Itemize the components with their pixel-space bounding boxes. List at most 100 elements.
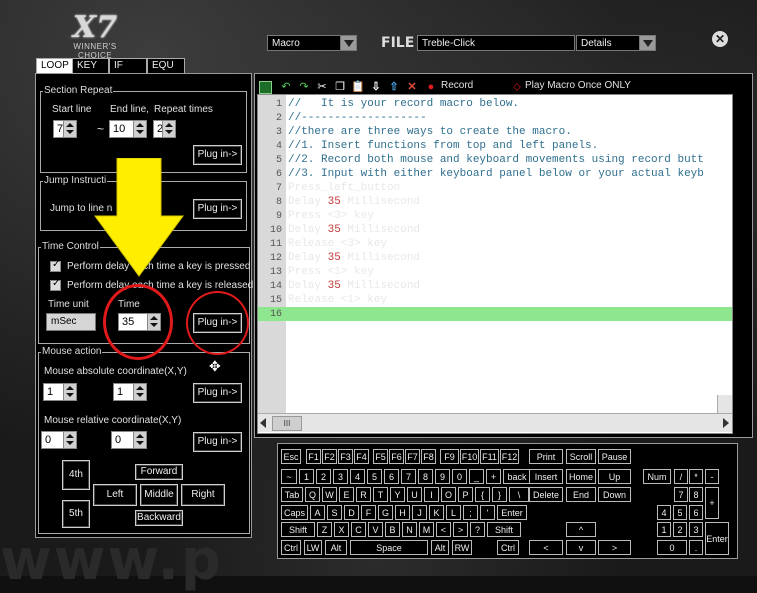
- keyboard-key[interactable]: *: [689, 469, 703, 484]
- scroll-left-icon[interactable]: [260, 418, 266, 428]
- keyboard-key[interactable]: ;: [463, 505, 478, 520]
- editor-line[interactable]: 10 Delay 35 Millisecond: [258, 223, 732, 237]
- mouse-forward-button[interactable]: Forward: [135, 464, 183, 480]
- keyboard-key[interactable]: \: [509, 487, 529, 502]
- tab-if[interactable]: IF: [109, 58, 147, 73]
- keyboard-key[interactable]: Enter: [497, 505, 527, 520]
- keyboard-key[interactable]: F9: [440, 449, 459, 464]
- delay-pressed-checkbox[interactable]: [50, 259, 61, 272]
- mouse-middle-button[interactable]: Middle: [140, 484, 178, 506]
- tab-loop[interactable]: LOOP: [36, 58, 74, 73]
- keyboard-key[interactable]: 7: [401, 469, 416, 484]
- keyboard-key[interactable]: Enter: [705, 522, 729, 555]
- keyboard-key[interactable]: 4: [350, 469, 365, 484]
- jump-plugin-button[interactable]: Plug in->: [193, 199, 242, 219]
- mouse-5th-button[interactable]: 5th: [62, 500, 90, 528]
- keyboard-key[interactable]: F6: [389, 449, 404, 464]
- mouse-backward-button[interactable]: Backward: [135, 510, 183, 526]
- editor-line[interactable]: 1 // It is your record macro below.: [258, 97, 732, 111]
- scroll-right-icon[interactable]: [723, 418, 729, 428]
- keyboard-key[interactable]: LW: [304, 540, 322, 555]
- keyboard-key[interactable]: 8: [689, 487, 703, 502]
- editor-line[interactable]: 9 Press <3> key: [258, 209, 732, 223]
- macro-editor[interactable]: 1 // It is your record macro below. 2 //---…: [257, 94, 733, 434]
- keyboard-key[interactable]: F8: [421, 449, 436, 464]
- keyboard-key[interactable]: 4: [657, 505, 671, 520]
- keyboard-key[interactable]: Z: [317, 522, 332, 537]
- keyboard-key[interactable]: P: [458, 487, 473, 502]
- keyboard-key[interactable]: Tab: [281, 487, 303, 502]
- keyboard-key[interactable]: S: [327, 505, 342, 520]
- keyboard-key[interactable]: Shift: [281, 522, 315, 537]
- tab-key[interactable]: KEY: [72, 58, 109, 73]
- mouse-abs-x-spinner[interactable]: 1: [43, 383, 77, 401]
- keyboard-key[interactable]: ~: [281, 469, 297, 484]
- mouse-abs-y-spinner[interactable]: 1: [113, 383, 147, 401]
- keyboard-key[interactable]: O: [441, 487, 456, 502]
- editor-line[interactable]: 11 Release <3> key: [258, 237, 732, 251]
- scroll-thumb[interactable]: III: [272, 416, 302, 431]
- keyboard-key[interactable]: 1: [657, 522, 671, 537]
- keyboard-key[interactable]: 8: [418, 469, 433, 484]
- keyboard-key[interactable]: B: [385, 522, 400, 537]
- keyboard-key[interactable]: 5: [673, 505, 687, 520]
- keyboard-key[interactable]: Ctrl: [281, 540, 301, 555]
- keyboard-key[interactable]: Insert: [529, 469, 563, 484]
- start-line-spinner[interactable]: 7: [53, 120, 77, 138]
- keyboard-key[interactable]: .: [689, 540, 703, 555]
- keyboard-key[interactable]: L: [446, 505, 461, 520]
- repeat-times-spinner[interactable]: 2: [153, 120, 176, 138]
- keyboard-key[interactable]: }: [492, 487, 507, 502]
- keyboard-key[interactable]: F4: [354, 449, 369, 464]
- keyboard-key[interactable]: /: [674, 469, 688, 484]
- keyboard-key[interactable]: F: [361, 505, 376, 520]
- keyboard-key[interactable]: ?: [470, 522, 485, 537]
- file-name-field[interactable]: Treble-Click: [417, 35, 575, 51]
- keyboard-key[interactable]: G: [378, 505, 393, 520]
- keyboard-key[interactable]: Print: [529, 449, 563, 464]
- editor-line[interactable]: 6 //3. Input with either keyboard panel b…: [258, 167, 732, 181]
- redo-icon[interactable]: ↷: [297, 80, 311, 94]
- keyboard-key[interactable]: H: [395, 505, 410, 520]
- keyboard-key[interactable]: M: [419, 522, 434, 537]
- keyboard-key[interactable]: 0: [452, 469, 467, 484]
- keyboard-key[interactable]: Scroll: [566, 449, 596, 464]
- keyboard-key[interactable]: {: [475, 487, 490, 502]
- editor-line[interactable]: 3 //there are three ways to create the ma…: [258, 125, 732, 139]
- mouse-left-button[interactable]: Left: [93, 484, 137, 506]
- keyboard-key[interactable]: Space: [350, 540, 428, 555]
- keyboard-key[interactable]: Ctrl: [497, 540, 519, 555]
- mouse-rel-x-spinner[interactable]: 0: [41, 431, 77, 449]
- keyboard-key[interactable]: F11: [480, 449, 499, 464]
- keyboard-key[interactable]: N: [402, 522, 417, 537]
- keyboard-key[interactable]: Pause: [598, 449, 631, 464]
- keyboard-key[interactable]: ': [480, 505, 495, 520]
- editor-line[interactable]: 2 //-------------------: [258, 111, 732, 125]
- keyboard-key[interactable]: >: [598, 540, 631, 555]
- keyboard-key[interactable]: 2: [316, 469, 331, 484]
- details-dropdown[interactable]: Details: [576, 35, 656, 51]
- keyboard-key[interactable]: 3: [333, 469, 348, 484]
- keyboard-key[interactable]: F2: [322, 449, 337, 464]
- cut-icon[interactable]: ✂: [315, 80, 329, 94]
- keyboard-key[interactable]: C: [351, 522, 366, 537]
- keyboard-key[interactable]: W: [322, 487, 337, 502]
- end-line-spinner[interactable]: 10: [109, 120, 147, 138]
- keyboard-key[interactable]: -: [705, 469, 719, 484]
- mouse-relative-plugin-button[interactable]: Plug in->: [193, 432, 242, 452]
- keyboard-key[interactable]: 2: [673, 522, 687, 537]
- delay-released-checkbox[interactable]: [50, 278, 61, 291]
- keyboard-key[interactable]: 0: [657, 540, 687, 555]
- keyboard-key[interactable]: 6: [689, 505, 703, 520]
- editor-line[interactable]: 14 Delay 35 Millisecond: [258, 279, 732, 293]
- mouse-right-button[interactable]: Right: [181, 484, 225, 506]
- delete-icon[interactable]: ✕: [405, 80, 419, 94]
- keyboard-key[interactable]: F1: [306, 449, 321, 464]
- keyboard-key[interactable]: Shift: [487, 522, 521, 537]
- keyboard-key[interactable]: Num: [643, 469, 671, 484]
- keyboard-key[interactable]: +: [486, 469, 501, 484]
- keyboard-key[interactable]: <: [529, 540, 563, 555]
- keyboard-key[interactable]: Up: [598, 469, 631, 484]
- section-repeat-plugin-button[interactable]: Plug in->: [193, 145, 242, 165]
- keyboard-key[interactable]: I: [424, 487, 439, 502]
